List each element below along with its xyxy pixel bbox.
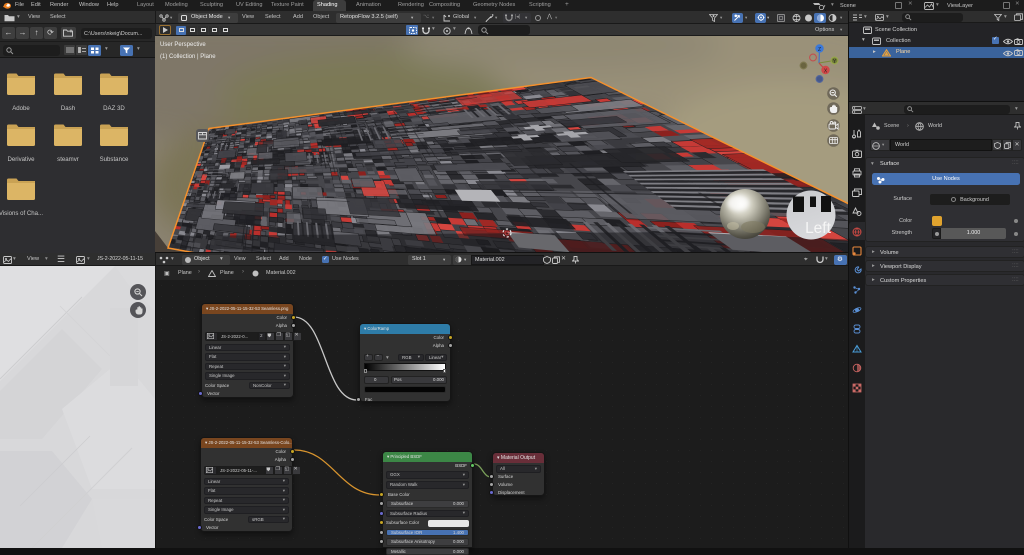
svg-text:Z: Z [818, 47, 821, 53]
svg-text:(1) Collection | Plane: (1) Collection | Plane [160, 54, 216, 60]
svg-text:User Perspective: User Perspective [160, 42, 206, 48]
svg-text:Left: Left [805, 220, 832, 237]
